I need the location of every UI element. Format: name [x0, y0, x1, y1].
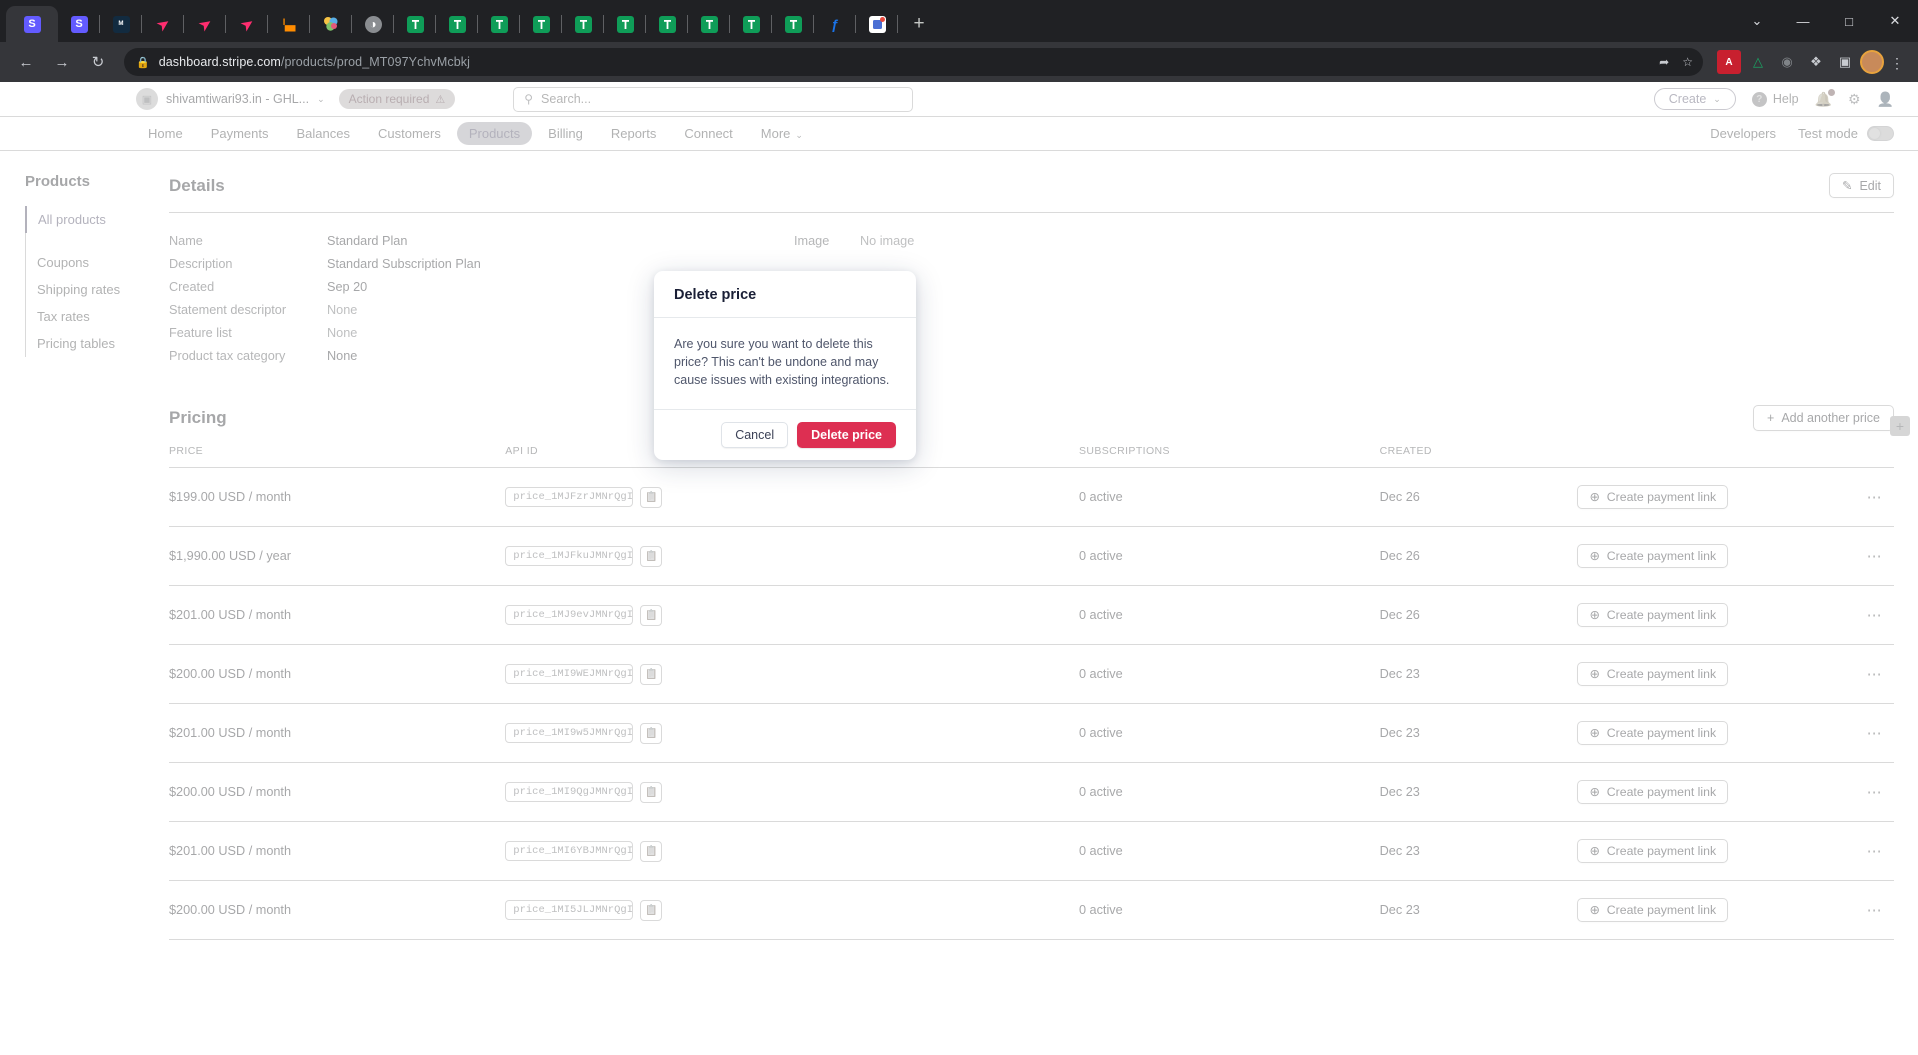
- blue-favicon-icon: ƒ: [831, 16, 839, 32]
- stripe-tab-2[interactable]: S: [58, 6, 100, 42]
- green-favicon-icon: [658, 15, 676, 33]
- close-button[interactable]: ✕: [1872, 0, 1918, 42]
- google-drive-extension[interactable]: △: [1746, 50, 1770, 74]
- minimize-button[interactable]: —: [1780, 0, 1826, 42]
- browser-toolbar: ← → ↻ 🔒 dashboard.stripe.com/products/pr…: [0, 42, 1918, 82]
- stripe-tab-active[interactable]: S: [6, 6, 58, 42]
- notify-tab[interactable]: [856, 6, 898, 42]
- stripe-dashboard-page: ▣ shivamtiwari93.in - GHL... ⌄ Action re…: [0, 82, 1918, 1055]
- green-favicon-icon: [574, 15, 592, 33]
- modal-message: Are you sure you want to delete this pri…: [674, 337, 890, 387]
- bubbles-favicon-icon: [323, 16, 340, 33]
- pink-favicon-icon: ➤: [237, 13, 257, 34]
- modal-body: Are you sure you want to delete this pri…: [654, 318, 916, 409]
- delete-price-confirm-button[interactable]: Delete price: [797, 422, 896, 449]
- green-favicon-icon: [406, 15, 424, 33]
- chart-tab[interactable]: ᴵ▃: [268, 6, 310, 42]
- lightning-tab-2[interactable]: ➤: [184, 6, 226, 42]
- reload-button[interactable]: ↻: [83, 47, 113, 77]
- cancel-button[interactable]: Cancel: [721, 422, 789, 449]
- sheets-tab-1[interactable]: [394, 6, 436, 42]
- chart-favicon-icon: ᴵ▃: [282, 16, 296, 31]
- sheets-tab-4[interactable]: [520, 6, 562, 42]
- sheets-tab-10[interactable]: [772, 6, 814, 42]
- analytics-tab[interactable]: ᴹ: [100, 6, 142, 42]
- modal-overlay[interactable]: [0, 82, 1918, 1055]
- address-bar[interactable]: 🔒 dashboard.stripe.com/products/prod_MT0…: [124, 48, 1703, 76]
- green-favicon-icon: [700, 15, 718, 33]
- profile-avatar[interactable]: [1860, 50, 1884, 74]
- blue-hook-tab[interactable]: ƒ: [814, 6, 856, 42]
- screenshot-extension[interactable]: ◉: [1775, 50, 1799, 74]
- sheets-tab-5[interactable]: [562, 6, 604, 42]
- pink-favicon-icon: ➤: [195, 13, 215, 34]
- forward-button[interactable]: →: [47, 47, 77, 77]
- adobe-acrobat-extension[interactable]: A: [1717, 50, 1741, 74]
- bookmark-star-icon[interactable]: ☆: [1682, 55, 1693, 69]
- back-button[interactable]: ←: [11, 47, 41, 77]
- green-favicon-icon: [742, 15, 760, 33]
- sheets-tab-6[interactable]: [604, 6, 646, 42]
- red-favicon-icon: [868, 15, 886, 33]
- dark-favicon-icon: ᴹ: [112, 15, 130, 33]
- lightning-tab-3[interactable]: ➤: [226, 6, 268, 42]
- browser-tab-strip: S Sᴹ ➤ ➤ ➤ ᴵ▃ ◑ ƒ + ⌄ — □ ✕: [0, 0, 1918, 42]
- extensions-area: A △ ◉ ❖ ▣: [1711, 50, 1857, 74]
- window-controls: ⌄ — □ ✕: [1734, 0, 1918, 42]
- extensions-puzzle-icon[interactable]: ❖: [1804, 50, 1828, 74]
- delete-price-modal: Delete price Are you sure you want to de…: [654, 271, 916, 461]
- modal-footer: Cancel Delete price: [654, 409, 916, 460]
- side-panel-icon[interactable]: ▣: [1833, 50, 1857, 74]
- tab-search-icon[interactable]: ⌄: [1734, 0, 1780, 42]
- sheets-tab-3[interactable]: [478, 6, 520, 42]
- new-tab-button[interactable]: +: [904, 9, 934, 39]
- sheets-tab-9[interactable]: [730, 6, 772, 42]
- sheets-tab-8[interactable]: [688, 6, 730, 42]
- maximize-button[interactable]: □: [1826, 0, 1872, 42]
- green-favicon-icon: [616, 15, 634, 33]
- browser-window: S Sᴹ ➤ ➤ ➤ ᴵ▃ ◑ ƒ + ⌄ — □ ✕ ← → ↻ 🔒 dashboard.s…: [0, 0, 1918, 1055]
- green-favicon-icon: [448, 15, 466, 33]
- pink-favicon-icon: ➤: [153, 13, 173, 34]
- gray-globe-tab[interactable]: ◑: [352, 6, 394, 42]
- modal-title: Delete price: [674, 287, 757, 303]
- green-favicon-icon: [532, 15, 550, 33]
- gray-favicon-icon: ◑: [364, 15, 382, 33]
- stripe-favicon-icon: S: [23, 15, 41, 33]
- lock-icon: 🔒: [136, 56, 150, 69]
- stripe-favicon-icon: S: [70, 15, 88, 33]
- modal-header: Delete price: [654, 271, 916, 318]
- bubbles-tab[interactable]: [310, 6, 352, 42]
- sheets-tab-7[interactable]: [646, 6, 688, 42]
- browser-menu-icon[interactable]: ⋮: [1884, 56, 1910, 70]
- share-icon[interactable]: ➦: [1659, 55, 1669, 69]
- sheets-tab-2[interactable]: [436, 6, 478, 42]
- lightning-tab-1[interactable]: ➤: [142, 6, 184, 42]
- url-text: dashboard.stripe.com/products/prod_MT097…: [158, 55, 470, 69]
- green-favicon-icon: [490, 15, 508, 33]
- green-favicon-icon: [784, 15, 802, 33]
